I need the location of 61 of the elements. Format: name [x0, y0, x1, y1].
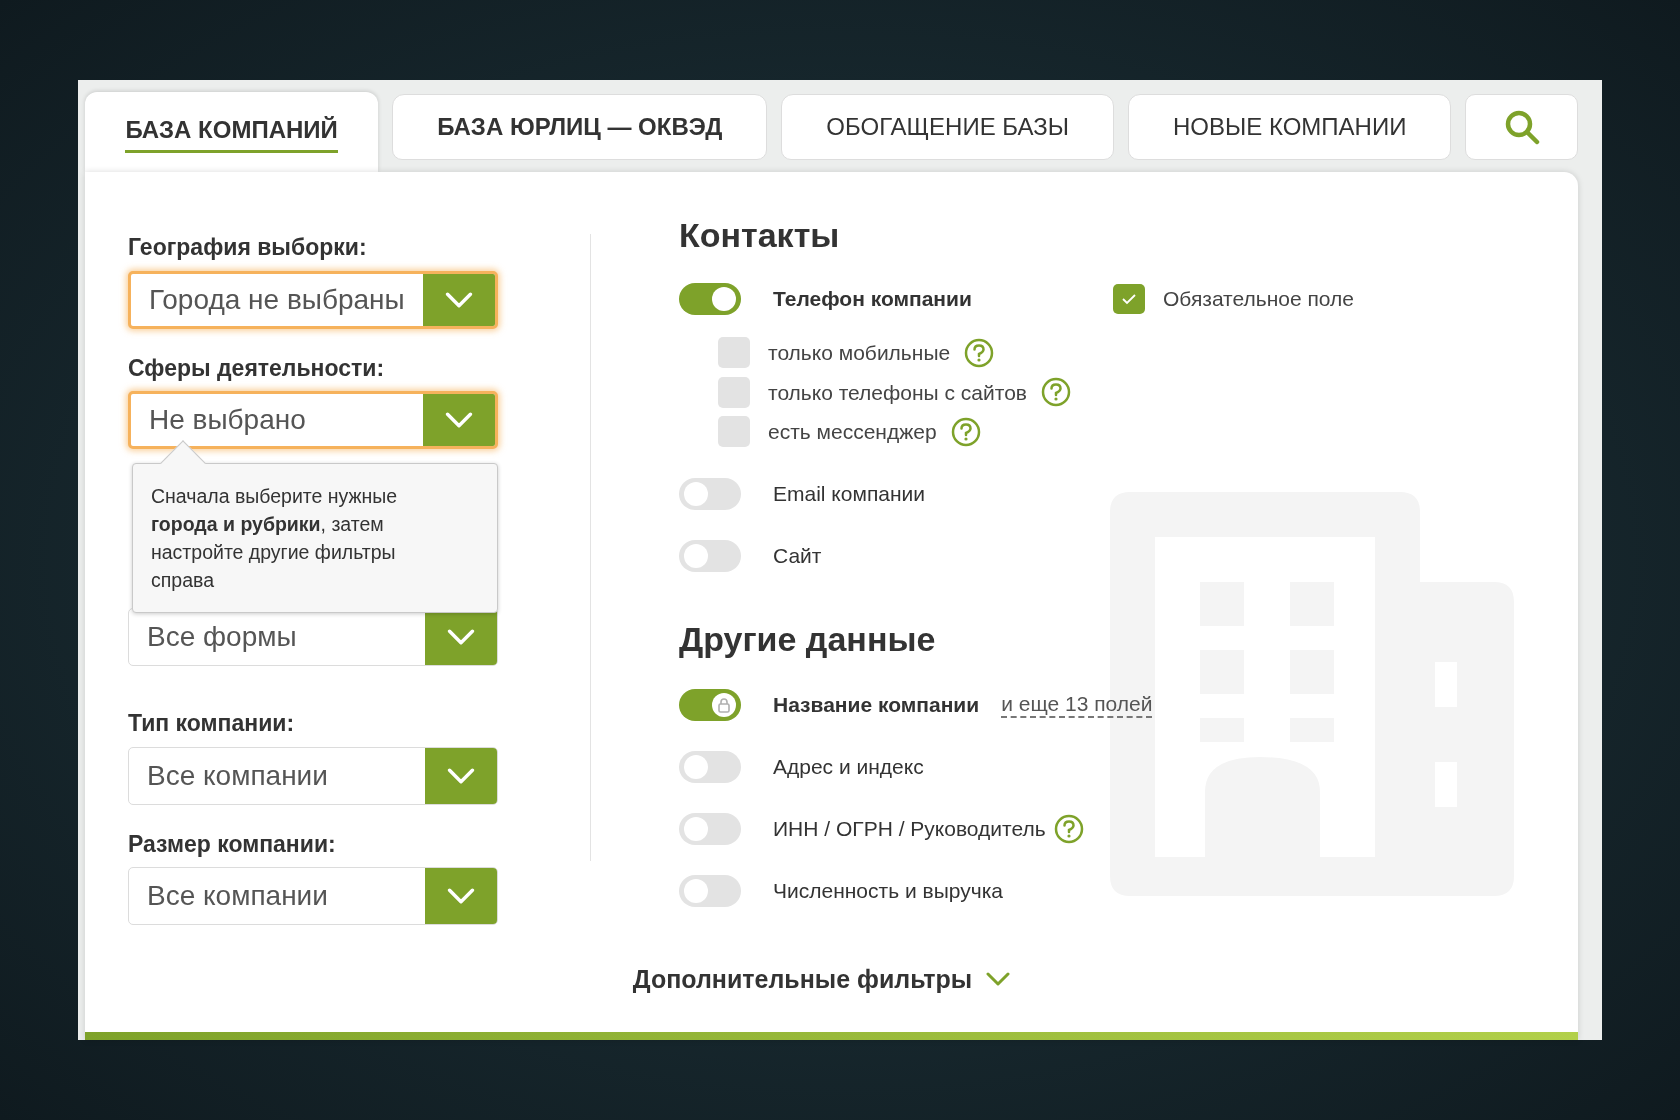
more-filters-button[interactable]: Дополнительные фильтры: [632, 960, 1011, 998]
chevron-down-icon: [447, 888, 475, 904]
filter-label: География выборки:: [128, 233, 368, 262]
chevron-down-icon: [445, 291, 473, 308]
checkbox-label: есть мессенджер: [768, 419, 937, 445]
toggle-switch[interactable]: [679, 477, 741, 510]
more-fields-link[interactable]: и еще 13 полей: [1001, 691, 1153, 718]
toggle-switch[interactable]: [679, 688, 741, 721]
toggle-label: Численность и выручка: [773, 877, 1003, 904]
toggle-label: Адрес и индекс: [773, 753, 924, 780]
chevron-down-icon: [445, 412, 473, 428]
toggle-label: Название компании: [773, 691, 980, 718]
dropdown[interactable]: Все компании: [128, 746, 498, 805]
help-icon[interactable]: [1041, 377, 1071, 408]
filter-label: Размер компании:: [128, 829, 337, 859]
toggle-switch[interactable]: [679, 750, 741, 783]
dropdown-value: Не выбрано: [148, 403, 307, 437]
dropdown-value: Города не выбраны: [148, 282, 406, 317]
checkbox[interactable]: [718, 416, 750, 448]
checkbox[interactable]: [1113, 284, 1145, 314]
tab[interactable]: НОВЫЕ КОМПАНИИ: [1128, 94, 1452, 160]
filter-label: Тип компании:: [128, 709, 296, 738]
dropdown-value: Все компании: [146, 758, 329, 793]
checkbox[interactable]: [718, 337, 750, 369]
chevron-down-icon: [447, 767, 475, 784]
dropdown-toggle[interactable]: [423, 273, 495, 326]
dropdown-toggle[interactable]: [425, 868, 497, 924]
checkbox[interactable]: [718, 376, 750, 408]
toggle-label: Телефон компании: [773, 286, 973, 313]
dropdown-value: Все формы: [146, 620, 298, 654]
tooltip-text: Сначала выберите нужные города и рубрики, затем настройте другие фильтры справа: [151, 483, 399, 593]
toggle-switch[interactable]: [679, 874, 741, 907]
checkmark-icon: [1121, 293, 1137, 305]
section-title: Контакты: [679, 215, 841, 256]
tab[interactable]: БАЗА КОМПАНИЙ: [85, 92, 379, 172]
help-icon[interactable]: [964, 337, 995, 368]
checkbox-label: только телефоны с сайтов: [768, 379, 1027, 406]
toggle-switch[interactable]: [679, 812, 741, 845]
checkbox-label: только мобильные: [768, 340, 951, 366]
toggle-switch[interactable]: [679, 539, 741, 572]
dropdown-toggle[interactable]: [425, 747, 497, 804]
tab[interactable]: БАЗА ЮРЛИЦ — ОКВЭД: [392, 94, 768, 160]
toggle-switch[interactable]: [679, 283, 741, 315]
dropdown[interactable]: Все компании: [128, 867, 498, 925]
tab[interactable]: ОБОГАЩЕНИЕ БАЗЫ: [781, 94, 1115, 160]
dropdown-value: Все компании: [146, 879, 329, 913]
toggle-label: Email компании: [773, 480, 926, 507]
section-title: Другие данные: [679, 618, 937, 660]
dropdown[interactable]: Не выбрано: [128, 391, 498, 449]
help-icon[interactable]: [1053, 813, 1084, 844]
help-icon[interactable]: [950, 416, 981, 447]
toggle-label: Сайт: [773, 542, 823, 569]
dropdown[interactable]: Все формы: [128, 608, 498, 666]
toggle-label: ИНН / ОГРН / Руководитель: [773, 815, 1046, 842]
filter-label: Сферы деятельности:: [128, 353, 386, 383]
dropdown-toggle[interactable]: [423, 394, 495, 446]
dropdown[interactable]: Города не выбраны: [128, 270, 498, 329]
chevron-down-icon: [986, 972, 1011, 987]
search-button[interactable]: [1465, 94, 1578, 160]
chevron-down-icon: [447, 629, 475, 645]
checkbox-label: Обязательное поле: [1163, 286, 1354, 313]
